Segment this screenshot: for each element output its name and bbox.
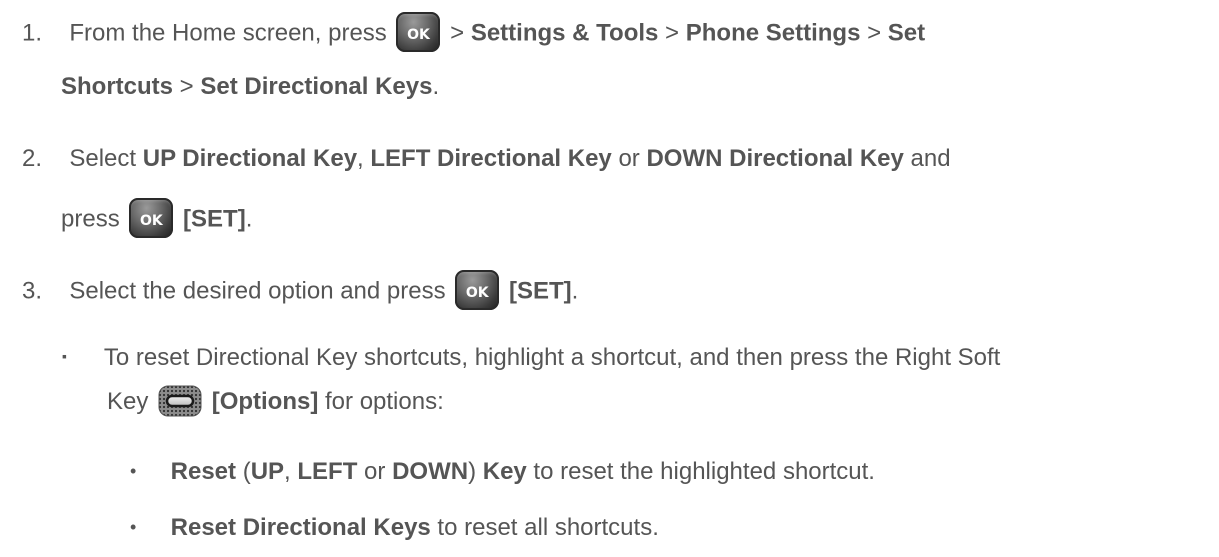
- option-item: • Reset (UP, LEFT or DOWN) Key to reset …: [130, 456, 875, 489]
- step-number: 2.: [22, 145, 43, 172]
- option-text: or: [357, 458, 393, 485]
- menu-set-directional-keys: Set Directional Keys: [200, 73, 433, 100]
- option-left-key: LEFT Directional Key: [370, 145, 612, 172]
- step-text: >: [443, 19, 471, 47]
- option-text: ): [468, 458, 483, 485]
- step-1-line-2: Shortcuts > Set Directional Keys.: [61, 71, 439, 103]
- key-label: Key: [482, 458, 527, 485]
- step-2-line-2: press OK [SET].: [61, 198, 253, 240]
- up-label: UP: [250, 458, 285, 485]
- reset-label: Reset: [170, 458, 237, 485]
- sub-bullet-text: Key: [107, 388, 149, 415]
- sub-bullet-text: To reset Directional Key shortcuts, high…: [103, 344, 1001, 371]
- step-text: Select: [69, 145, 143, 172]
- step-text: .: [245, 205, 253, 233]
- step-text: or: [611, 145, 647, 172]
- option-up-key: UP Directional Key: [142, 145, 358, 172]
- ok-key-icon: OK: [455, 270, 500, 310]
- reset-directional-keys-label: Reset Directional Keys: [170, 514, 431, 541]
- step-text: >: [860, 19, 888, 47]
- left-label: LEFT: [297, 458, 358, 485]
- step-text: Select the desired option and press: [69, 277, 446, 305]
- menu-settings-tools: Settings & Tools: [470, 19, 659, 47]
- ok-key-label: OK: [407, 27, 430, 43]
- step-text: press: [61, 205, 120, 233]
- dot-bullet-icon: •: [130, 461, 137, 481]
- sub-bullet-text: for options:: [318, 388, 444, 415]
- right-soft-key-icon: [158, 385, 202, 417]
- step-number: 1.: [22, 19, 43, 47]
- step-number: 3.: [22, 277, 43, 305]
- option-down-key: DOWN Directional Key: [646, 145, 904, 172]
- step-3-line-1: 3. Select the desired option and press O…: [22, 270, 579, 312]
- option-text: ,: [284, 458, 298, 485]
- option-text: to reset the highlighted shortcut.: [526, 458, 875, 485]
- step-1-line-1: 1. From the Home screen, press OK > Sett…: [22, 12, 926, 54]
- menu-set-shortcuts-part: Shortcuts: [61, 73, 174, 100]
- step-text: From the Home screen, press: [69, 19, 387, 47]
- square-bullet-icon: ▪: [62, 348, 67, 364]
- set-label: [SET]: [183, 205, 246, 233]
- step-text: >: [173, 73, 201, 100]
- set-label: [SET]: [508, 277, 572, 305]
- menu-set-shortcuts-part: Set: [887, 19, 926, 47]
- ok-key-icon: OK: [129, 198, 174, 238]
- ok-key-label: OK: [139, 213, 163, 229]
- step-text: and: [903, 145, 951, 172]
- menu-phone-settings: Phone Settings: [685, 19, 861, 47]
- ok-key-label: OK: [465, 285, 489, 301]
- option-item: • Reset Directional Keys to reset all sh…: [130, 512, 659, 545]
- options-label: [Options]: [211, 388, 319, 415]
- down-label: DOWN: [392, 458, 469, 485]
- sub-bullet-line-1: ▪ To reset Directional Key shortcuts, hi…: [62, 342, 1000, 376]
- sub-bullet-line-2: Key [Options] for options:: [107, 385, 444, 419]
- step-text: .: [432, 73, 440, 100]
- option-text: to reset all shortcuts.: [430, 514, 659, 541]
- step-text: ,: [357, 145, 371, 172]
- dot-bullet-icon: •: [130, 517, 137, 537]
- step-2-line-1: 2. Select UP Directional Key, LEFT Direc…: [22, 143, 951, 175]
- step-text: >: [658, 19, 686, 47]
- step-text: .: [571, 277, 579, 305]
- option-text: (: [236, 458, 251, 485]
- ok-key-icon: OK: [396, 12, 441, 52]
